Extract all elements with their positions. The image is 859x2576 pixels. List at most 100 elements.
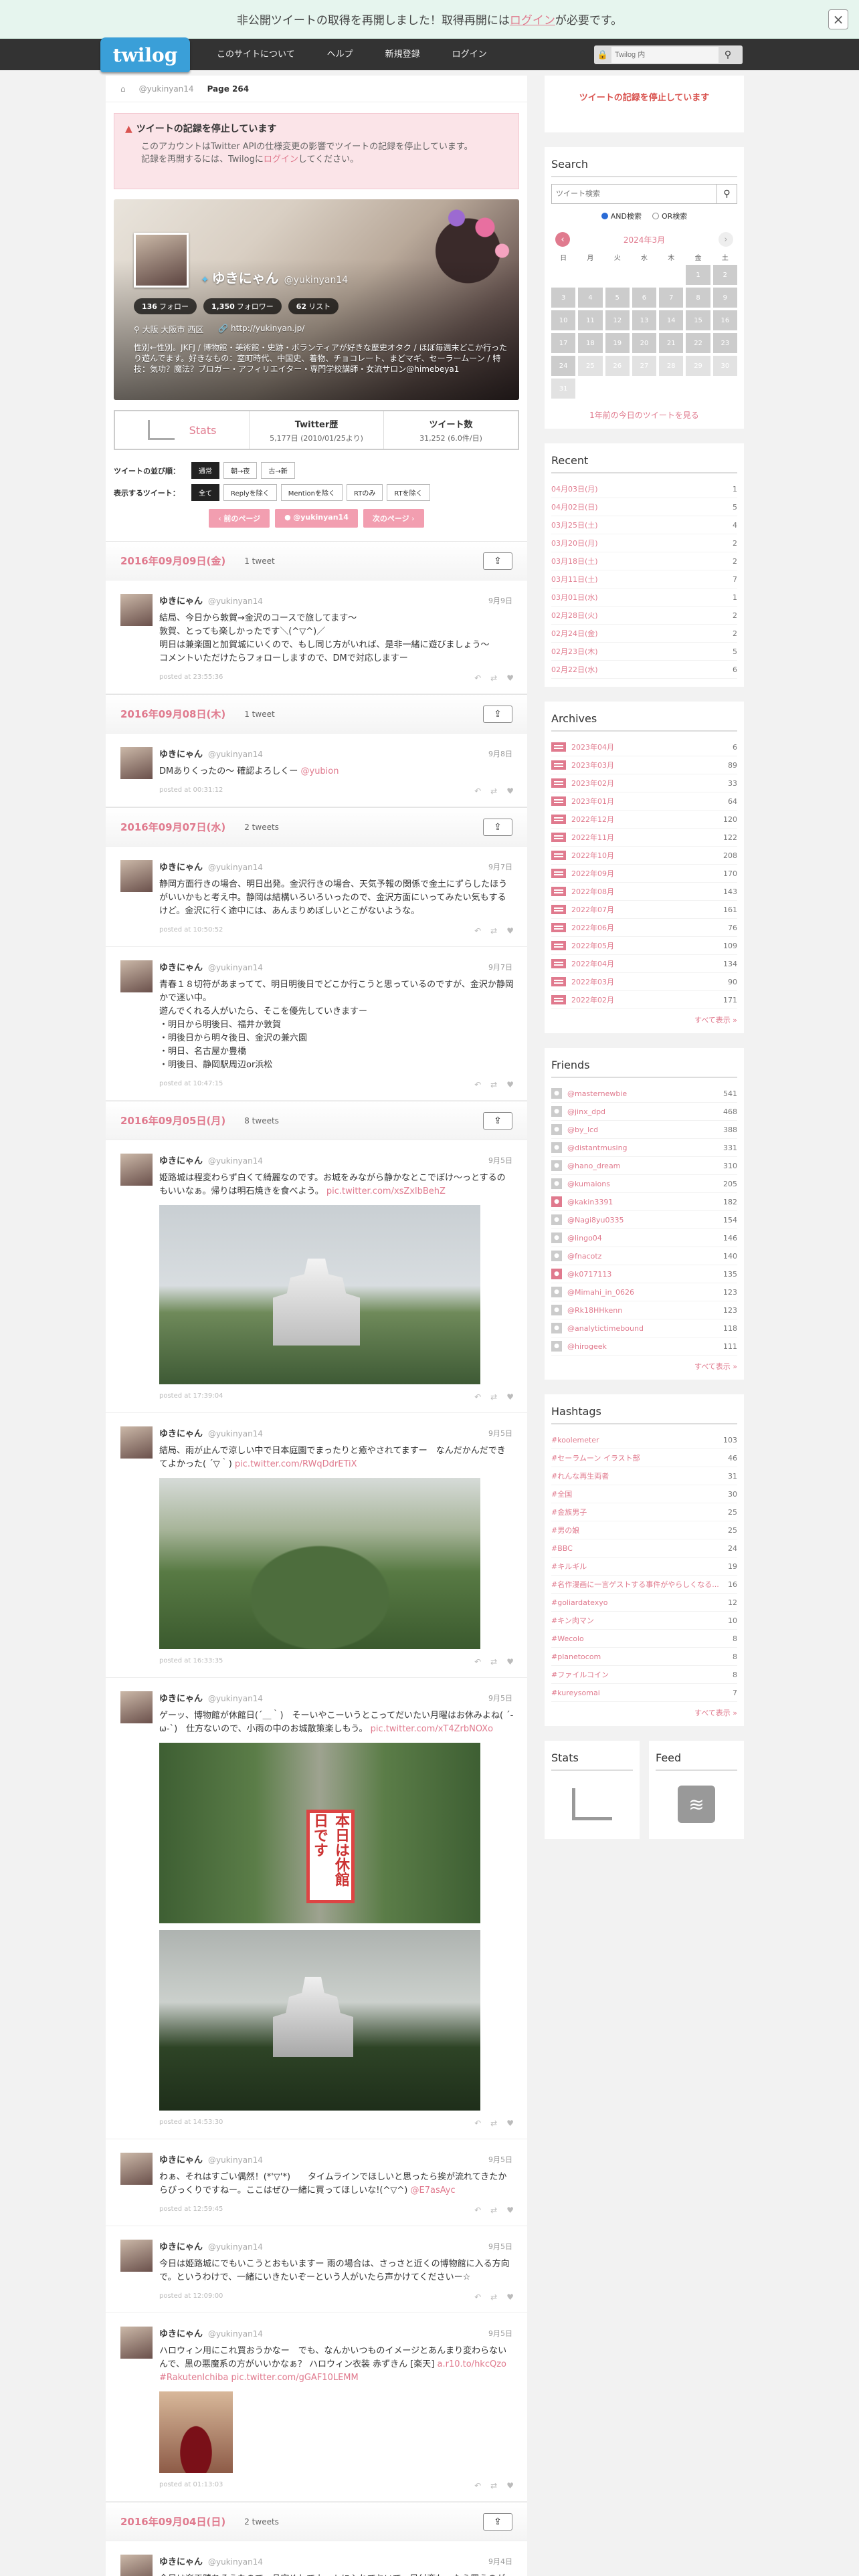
recent-label[interactable]: 03月11日(土): [551, 574, 598, 584]
hashtags-label[interactable]: #BBC: [551, 1544, 573, 1553]
calendar-day[interactable]: 25: [578, 356, 603, 376]
retweet-icon[interactable]: ⇄: [490, 2206, 497, 2215]
day-date-link[interactable]: 2016年09月04日(日): [120, 2514, 225, 2529]
hashtag-item[interactable]: #れんな再生両者 31: [551, 1467, 737, 1485]
calendar-day[interactable]: 22: [686, 333, 710, 353]
nav-register[interactable]: 新規登録: [369, 39, 436, 70]
order-morning-button[interactable]: 朝→夜: [223, 462, 258, 479]
hashtags-label[interactable]: #ファイルコイン: [551, 1669, 609, 1680]
reply-icon[interactable]: ↶: [474, 2119, 481, 2128]
calendar-day[interactable]: 18: [578, 333, 603, 353]
calendar-day[interactable]: 24: [551, 356, 576, 376]
search-icon[interactable]: ⚲: [719, 49, 737, 60]
user-page-button[interactable]: ● @yukinyan14: [275, 509, 358, 528]
profile-url[interactable]: 🔗 http://yukinyan.jp/: [218, 324, 304, 335]
hashtags-label[interactable]: #全国: [551, 1489, 572, 1499]
archives-label[interactable]: 2022年10月: [571, 850, 614, 861]
recent-item[interactable]: 03月11日(土) 7: [551, 570, 737, 588]
retweet-icon[interactable]: ⇄: [490, 1392, 497, 1402]
retweet-icon[interactable]: ⇄: [490, 786, 497, 796]
friends-more-link[interactable]: すべて表示 »: [551, 1361, 737, 1372]
header-search-input[interactable]: [611, 47, 719, 63]
tweet-avatar[interactable]: [120, 960, 153, 992]
archives-label[interactable]: 2022年08月: [571, 886, 614, 897]
twilog-logo[interactable]: twilog: [100, 37, 190, 72]
tweet-name[interactable]: ゆきにゃん: [159, 750, 203, 760]
heart-icon[interactable]: ♥: [506, 2206, 514, 2215]
heart-icon[interactable]: ♥: [506, 673, 514, 683]
day-date-link[interactable]: 2016年09月08日(木): [120, 707, 225, 721]
friend-item[interactable]: ● @fnacotz 140: [551, 1247, 737, 1265]
archive-item[interactable]: 2022年10月 208: [551, 847, 737, 865]
hashtags-label[interactable]: #koolemeter: [551, 1436, 599, 1444]
recent-label[interactable]: 02月24日(金): [551, 628, 598, 639]
archive-item[interactable]: 2022年11月 122: [551, 829, 737, 847]
tweet-name[interactable]: ゆきにゃん: [159, 2155, 203, 2165]
recent-item[interactable]: 03月18日(土) 2: [551, 552, 737, 570]
friend-item[interactable]: ● @masternewbie 541: [551, 1085, 737, 1103]
year-ago-link[interactable]: 1年前の今日のツイートを見る: [551, 409, 737, 421]
tweet-name[interactable]: ゆきにゃん: [159, 863, 203, 873]
tweet-name[interactable]: ゆきにゃん: [159, 2242, 203, 2252]
friend-item[interactable]: ● @hano_dream 310: [551, 1157, 737, 1175]
reply-icon[interactable]: ↶: [474, 2206, 481, 2215]
tweet-name[interactable]: ゆきにゃん: [159, 597, 203, 607]
friends-label[interactable]: @analytictimebound: [567, 1324, 644, 1333]
tweet-avatar[interactable]: [120, 1691, 153, 1723]
archives-label[interactable]: 2023年04月: [571, 742, 614, 752]
heart-icon[interactable]: ♥: [506, 926, 514, 936]
reply-icon[interactable]: ↶: [474, 1392, 481, 1402]
hashtag-item[interactable]: #goliardatexyo 12: [551, 1594, 737, 1612]
calendar-day[interactable]: 5: [605, 288, 630, 308]
recent-label[interactable]: 04月02日(日): [551, 502, 598, 512]
tweet-link[interactable]: @yubion: [301, 766, 339, 776]
hashtag-item[interactable]: #kureysomai 7: [551, 1684, 737, 1702]
archive-item[interactable]: 2022年02月 171: [551, 991, 737, 1009]
share-icon[interactable]: ⇪: [483, 1111, 512, 1130]
tweet-name[interactable]: ゆきにゃん: [159, 1156, 203, 1166]
calendar-day[interactable]: 27: [632, 356, 657, 376]
tweet-name[interactable]: ゆきにゃん: [159, 2329, 203, 2339]
hashtag-item[interactable]: #名作漫画に一言ゲストする事件がやらしくなる... 16: [551, 1576, 737, 1594]
archive-item[interactable]: 2022年08月 143: [551, 883, 737, 901]
share-icon[interactable]: ⇪: [483, 705, 512, 723]
order-old-button[interactable]: 古→新: [261, 462, 295, 479]
friends-label[interactable]: @distantmusing: [567, 1144, 628, 1152]
calendar-day[interactable]: 23: [712, 333, 737, 353]
hashtag-item[interactable]: #全国 30: [551, 1485, 737, 1503]
tweet-avatar[interactable]: [120, 2327, 153, 2359]
heart-icon[interactable]: ♥: [506, 1657, 514, 1667]
friends-label[interactable]: @k0717113: [567, 1270, 611, 1279]
calendar-day[interactable]: 11: [578, 310, 603, 330]
retweet-icon[interactable]: ⇄: [490, 1080, 497, 1089]
prev-month-icon[interactable]: ‹: [555, 232, 570, 247]
rss-icon[interactable]: ≋: [678, 1786, 715, 1823]
tweet-photo[interactable]: [159, 1478, 480, 1649]
retweet-icon[interactable]: ⇄: [490, 2481, 497, 2490]
hashtag-item[interactable]: #キン肉マン 10: [551, 1612, 737, 1630]
search-icon[interactable]: ⚲: [717, 185, 737, 203]
retweet-icon[interactable]: ⇄: [490, 926, 497, 936]
archives-label[interactable]: 2023年02月: [571, 778, 614, 788]
recent-item[interactable]: 04月02日(日) 5: [551, 498, 737, 516]
or-search-radio[interactable]: OR検索: [652, 211, 687, 221]
filter-no-reply-button[interactable]: Replyを除く: [223, 484, 277, 501]
hashtags-label[interactable]: #名作漫画に一言ゲストする事件がやらしくなる...: [551, 1579, 719, 1590]
friends-label[interactable]: @kakin3391: [567, 1198, 613, 1206]
recent-item[interactable]: 03月20日(月) 2: [551, 534, 737, 552]
tweet-avatar[interactable]: [120, 860, 153, 892]
archives-label[interactable]: 2023年01月: [571, 796, 614, 807]
filter-no-mention-button[interactable]: Mentionを除く: [280, 484, 343, 501]
friend-item[interactable]: ● @analytictimebound 118: [551, 1319, 737, 1337]
archives-label[interactable]: 2022年04月: [571, 958, 614, 969]
retweet-icon[interactable]: ⇄: [490, 2119, 497, 2128]
tweet-avatar[interactable]: [120, 1426, 153, 1459]
reply-icon[interactable]: ↶: [474, 1080, 481, 1089]
recent-label[interactable]: 04月03日(月): [551, 484, 598, 494]
next-month-icon[interactable]: ›: [719, 232, 733, 247]
recent-label[interactable]: 02月28日(火): [551, 610, 598, 621]
friend-item[interactable]: ● @hirogeek 111: [551, 1337, 737, 1356]
heart-icon[interactable]: ♥: [506, 1080, 514, 1089]
recent-item[interactable]: 02月24日(金) 2: [551, 625, 737, 643]
calendar-day[interactable]: 1: [686, 265, 710, 285]
